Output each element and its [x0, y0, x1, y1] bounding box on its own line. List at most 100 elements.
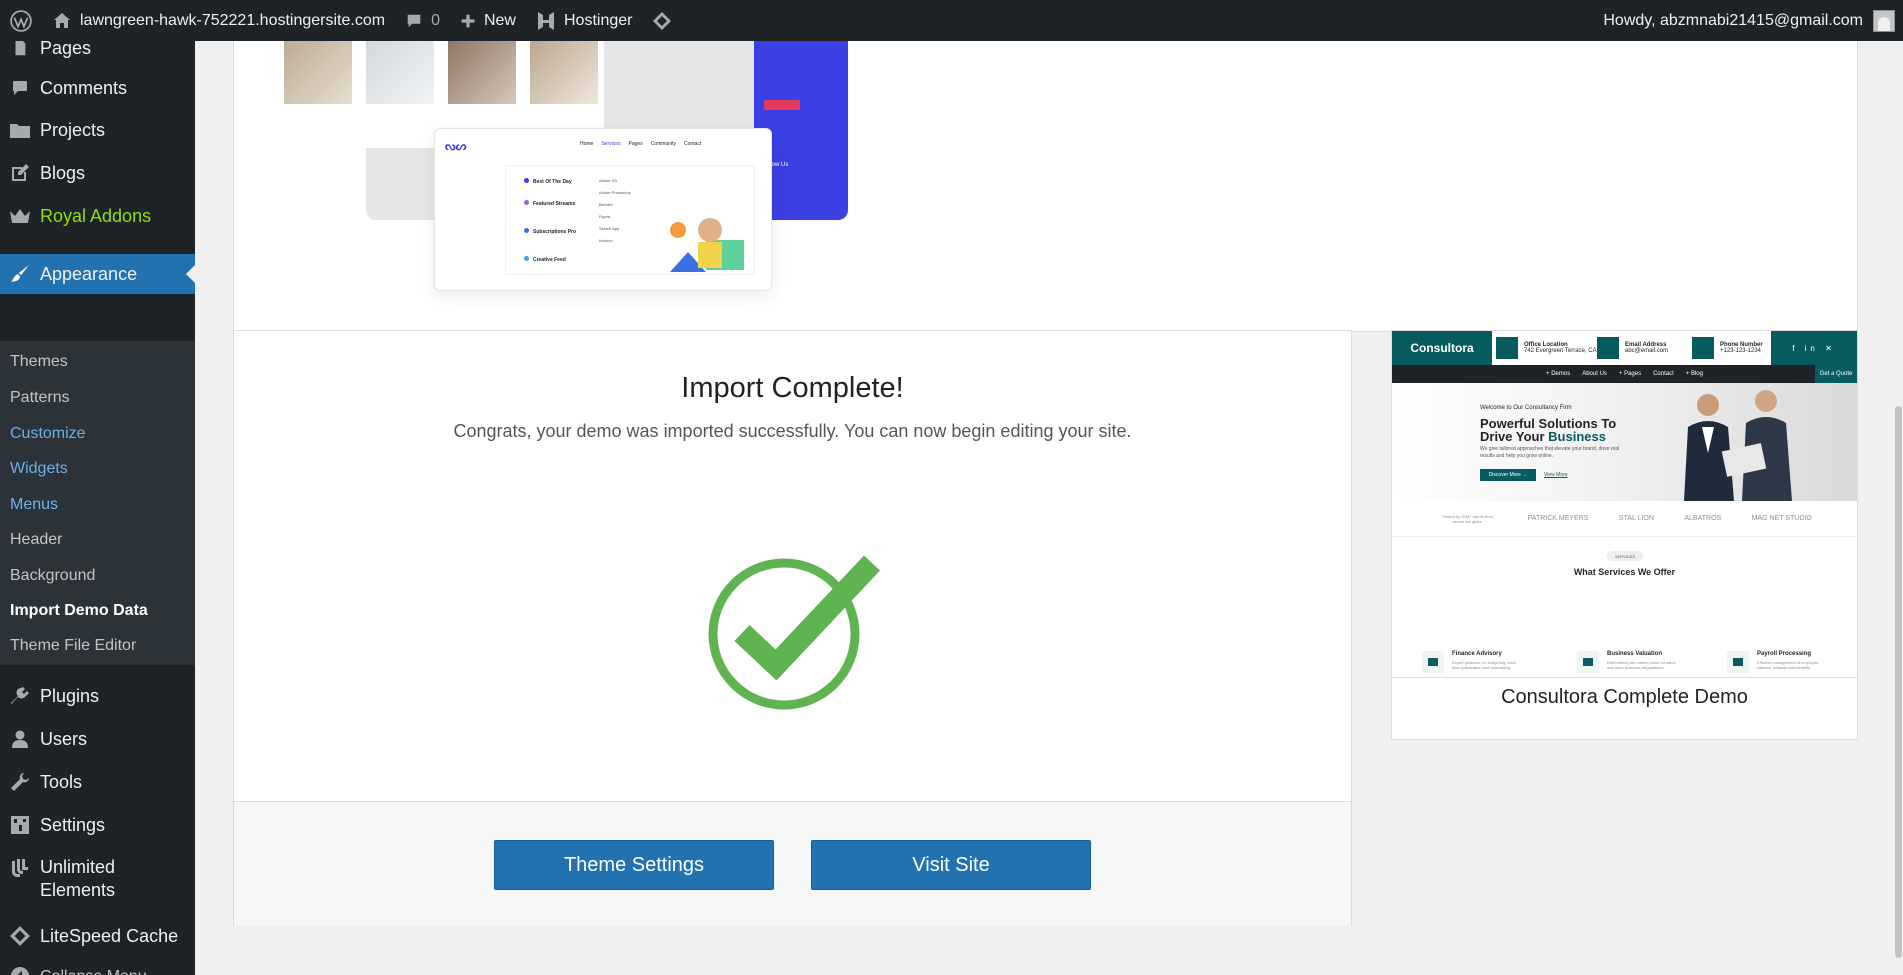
- collapse-menu-button[interactable]: Collapse Menu: [0, 961, 195, 975]
- mock-row-title: Featured Streams: [533, 201, 576, 207]
- site-name: lawngreen-hawk-752221.hostingersite.com: [80, 11, 386, 29]
- submenu-widgets[interactable]: Widgets: [10, 460, 68, 478]
- mock-logo: ᔓᔕ: [445, 139, 467, 153]
- mock-row-title: Subscriptions Pro: [533, 229, 577, 235]
- settings-icon: [11, 816, 29, 834]
- submenu-menus[interactable]: Menus: [10, 496, 58, 514]
- demo-service: Payroll Processing Efficient management o…: [1727, 651, 1827, 673]
- scrollbar-thumb[interactable]: [1895, 406, 1902, 958]
- menu-users[interactable]: Users: [0, 724, 195, 754]
- submenu-patterns[interactable]: Patterns: [10, 389, 70, 407]
- hostinger-link[interactable]: Hostinger: [526, 0, 642, 41]
- diamond-icon: [10, 926, 30, 946]
- menu-litespeed-cache-label: LiteSpeed Cache: [40, 925, 179, 946]
- user-icon: [12, 730, 28, 748]
- demo-quote-button: Get a Quote: [1815, 365, 1857, 383]
- menu-appearance[interactable]: Appearance: [0, 254, 195, 294]
- demo-screenshot: Consultora Office Location 742 Evergreen …: [1392, 331, 1857, 678]
- menu-royal-addons[interactable]: Royal Addons: [0, 201, 195, 231]
- demo-services-tag: SERVICES: [1607, 551, 1643, 561]
- submenu-header[interactable]: Header: [10, 531, 62, 549]
- demo-hero: Welcome to Our Consultancy Firm Powerful…: [1392, 383, 1857, 501]
- menu-royal-addons-label: Royal Addons: [40, 205, 152, 226]
- mock-nav-item: Services: [601, 141, 621, 147]
- page-scrollbar[interactable]: [1893, 41, 1903, 975]
- menu-projects[interactable]: Projects: [0, 115, 195, 145]
- mock-nav-item: Community: [650, 141, 677, 147]
- collapse-menu-label: Collapse Menu: [40, 965, 147, 975]
- menu-plugins[interactable]: Plugins: [0, 681, 195, 711]
- mock-nav: Home Services Pages Community Contact: [580, 141, 701, 147]
- mock-nav-item: Home: [580, 141, 594, 147]
- menu-comments-label: Comments: [40, 77, 128, 98]
- new-label: New: [483, 11, 516, 29]
- submenu-customize[interactable]: Customize: [10, 425, 86, 443]
- main-content: Follow Us ᔓᔕ Home Services Pages Communi…: [195, 41, 1903, 975]
- import-title: Import Complete!: [681, 372, 904, 404]
- unlimited-elements-icon: [12, 859, 28, 877]
- menu-blogs[interactable]: Blogs: [0, 158, 195, 188]
- mock-hero-illustration: [670, 218, 744, 272]
- new-content-link[interactable]: New: [450, 0, 526, 41]
- demo-social-icons: f in ✕: [1771, 331, 1857, 365]
- admin-bar: lawngreen-hawk-752221.hostingersite.com …: [0, 0, 1903, 41]
- menu-litespeed-cache[interactable]: LiteSpeed Cache: [0, 921, 195, 951]
- avatar: [1873, 9, 1895, 32]
- demo-logos-strip: Trusted by 20M+ clients from across the …: [1392, 501, 1857, 537]
- comment-icon: [407, 14, 421, 27]
- menu-comments[interactable]: Comments: [0, 73, 195, 103]
- mock-row-title: Best Of The Day: [533, 179, 572, 185]
- menu-tools[interactable]: Tools: [0, 767, 195, 797]
- menu-settings-label: Settings: [40, 814, 106, 835]
- theme-settings-button[interactable]: Theme Settings: [494, 840, 774, 890]
- menu-blogs-label: Blogs: [40, 162, 86, 183]
- menu-users-label: Users: [40, 728, 88, 749]
- wrench-icon: [11, 773, 29, 791]
- menu-settings[interactable]: Settings: [0, 810, 195, 840]
- hostinger-label: Hostinger: [563, 11, 633, 29]
- mock-row-title: Creative Feed: [533, 257, 566, 263]
- menu-unlimited-elements[interactable]: Unlimited Elements: [0, 856, 195, 906]
- home-icon: [54, 12, 70, 28]
- mock-mega-menu: ᔓᔕ Home Services Pages Community Contact…: [434, 128, 772, 291]
- demo-info-item: Office Location 742 Evergreen Terrace, CA: [1496, 336, 1597, 360]
- edit-icon: [12, 164, 29, 181]
- plus-icon: [461, 14, 475, 27]
- folder-icon: [10, 124, 30, 138]
- submenu-themes[interactable]: Themes: [10, 353, 68, 371]
- admin-sidebar: Pages Comments Projects Blogs Royal Addo…: [0, 38, 195, 975]
- diamond-icon: [653, 11, 672, 30]
- my-account[interactable]: Howdy, abzmnabi21415@gmail.com: [1603, 9, 1903, 32]
- menu-projects-label: Projects: [40, 119, 106, 140]
- submenu-import-demo-data[interactable]: Import Demo Data: [10, 602, 148, 620]
- demo-info-item: Email Address abc@email.com: [1597, 336, 1668, 360]
- demo-nav: + Demos About Us + Pages Contact + Blog: [1392, 365, 1857, 383]
- demo-hero-people-illustration: [1684, 390, 1792, 501]
- import-complete-card: Import Complete! Congrats, your demo was…: [233, 330, 1352, 926]
- visit-site-button[interactable]: Visit Site: [811, 840, 1091, 890]
- demo-brand: Consultora: [1392, 331, 1492, 365]
- site-name-link[interactable]: lawngreen-hawk-752221.hostingersite.com: [42, 0, 395, 41]
- mock-menu-list: Best Of The Day Featured Streams Subscri…: [505, 165, 755, 275]
- wordpress-logo-icon[interactable]: [0, 0, 42, 41]
- success-check-icon: [708, 555, 881, 710]
- hostinger-icon: [537, 11, 554, 30]
- mock-app: Sketch App: [599, 226, 620, 231]
- import-actions: Theme Settings Visit Site: [234, 801, 1351, 926]
- mock-app: Figma: [599, 214, 611, 219]
- paintbrush-icon: [11, 265, 29, 282]
- menu-unlimited-elements-label: Unlimited Elements: [40, 857, 116, 900]
- demo-name: Consultora Complete Demo: [1501, 686, 1748, 708]
- comments-link[interactable]: 0: [395, 0, 450, 41]
- plug-icon: [11, 687, 29, 704]
- demo-service: Business Valuation Determining fair marke…: [1577, 651, 1677, 673]
- mock-nav-item: Contact: [684, 141, 702, 147]
- submenu-theme-file-editor[interactable]: Theme File Editor: [10, 637, 136, 655]
- mock-app: Adobe XD: [599, 178, 618, 183]
- litespeed-link[interactable]: [642, 0, 682, 41]
- appearance-submenu: Themes Patterns Customize Widgets Menus …: [0, 341, 195, 665]
- collapse-icon: [11, 967, 29, 975]
- demo-services-title: What Services We Offer: [1573, 567, 1676, 577]
- submenu-background[interactable]: Background: [10, 567, 95, 585]
- menu-appearance-label: Appearance: [40, 263, 138, 284]
